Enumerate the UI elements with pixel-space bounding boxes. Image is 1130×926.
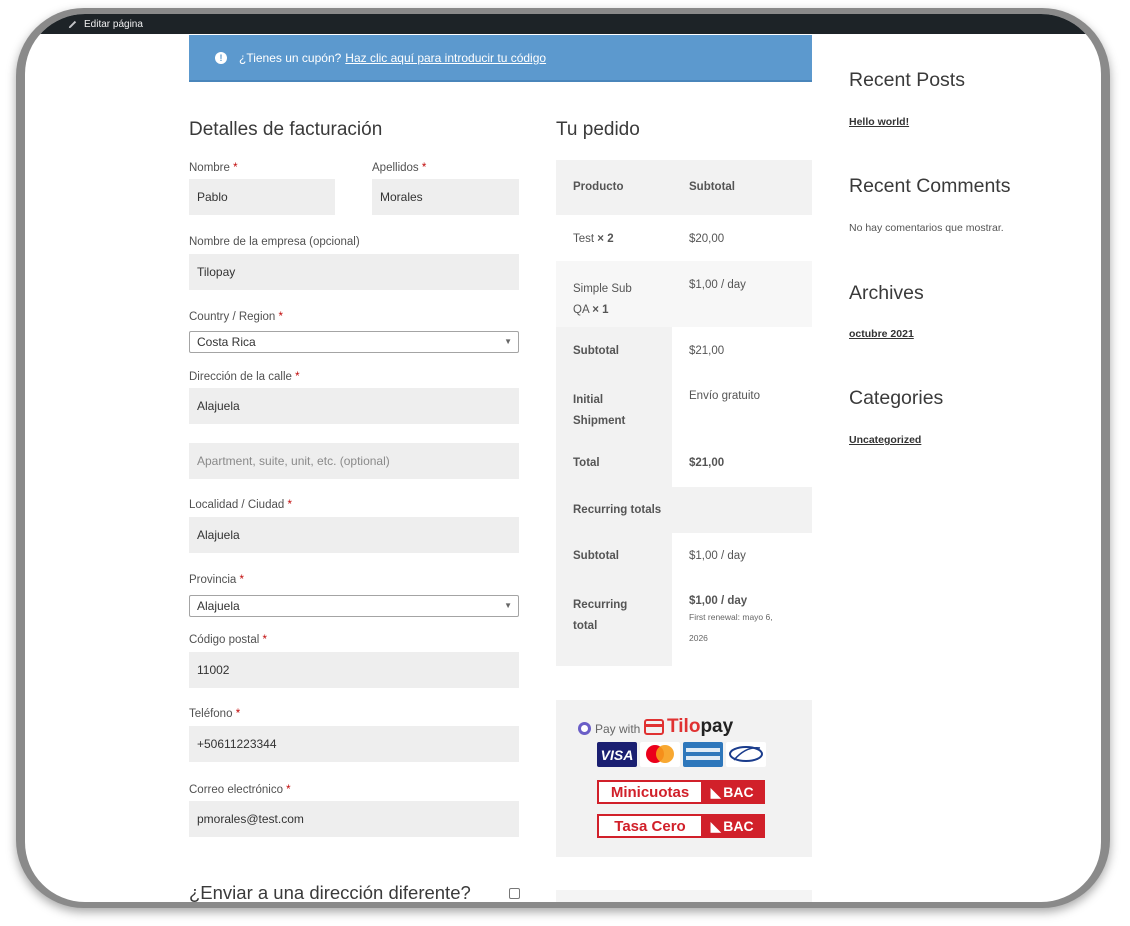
- bac-logo-icon: ◣: [710, 783, 722, 800]
- edit-page-label: Editar página: [84, 18, 143, 30]
- street-label: Dirección de la calle *: [189, 371, 300, 383]
- subtotal-value: $21,00: [689, 345, 725, 357]
- city-input[interactable]: Alajuela: [189, 517, 519, 553]
- table-row: Test × 2 $20,00: [556, 215, 812, 261]
- recurring-subtotal-label: Subtotal: [573, 550, 619, 562]
- payment-methods: Pay with Tilopay VISA Minicuotas ◣ BAC T…: [556, 700, 812, 857]
- first-name-input[interactable]: Pablo: [189, 179, 335, 215]
- product-header: Producto: [573, 181, 624, 193]
- amex-icon: [683, 742, 723, 767]
- category-link[interactable]: Uncategorized: [849, 434, 921, 446]
- ship-different-checkbox[interactable]: [509, 888, 520, 899]
- last-name-input[interactable]: Morales: [372, 179, 519, 215]
- tilopay-radio[interactable]: [578, 722, 591, 735]
- browser-viewport: Editar página ! ¿Tienes un cupón? Haz cl…: [25, 14, 1101, 902]
- shipment-value: Envío gratuito: [689, 390, 760, 402]
- place-order-area: [556, 890, 812, 902]
- recent-post-link[interactable]: Hello world!: [849, 116, 909, 128]
- country-label: Country / Region *: [189, 311, 283, 323]
- tilopay-logo: Tilopay: [644, 716, 733, 738]
- phone-input[interactable]: +50611223344: [189, 726, 519, 762]
- email-label: Correo electrónico *: [189, 784, 291, 796]
- item-price: $20,00: [689, 233, 725, 245]
- billing-title: Detalles de facturación: [189, 119, 383, 140]
- mastercard-icon: [640, 742, 680, 767]
- archives-title: Archives: [849, 282, 924, 304]
- country-value: Costa Rica: [197, 335, 256, 349]
- table-header-row: Producto Subtotal: [556, 160, 812, 215]
- recent-comments-title: Recent Comments: [849, 175, 1011, 197]
- company-input[interactable]: Tilopay: [189, 254, 519, 290]
- order-title: Tu pedido: [556, 119, 640, 140]
- apartment-input[interactable]: Apartment, suite, unit, etc. (optional): [189, 443, 519, 479]
- shipment-label: Initial Shipment: [573, 394, 626, 427]
- no-comments-text: No hay comentarios que mostrar.: [849, 222, 1004, 234]
- visa-icon: VISA: [597, 742, 637, 767]
- total-row: Total $21,00: [556, 439, 812, 487]
- chevron-down-icon: ▼: [504, 601, 512, 610]
- recurring-totals-title: Recurring totals: [573, 504, 662, 516]
- country-select[interactable]: Costa Rica ▼: [189, 331, 519, 353]
- coupon-link[interactable]: Haz clic aquí para introducir tu código: [345, 51, 546, 65]
- total-value: $21,00: [689, 457, 725, 469]
- coupon-notice: ! ¿Tienes un cupón? Haz clic aquí para i…: [189, 35, 812, 82]
- recurring-subtotal-value: $1,00 / day: [689, 550, 746, 562]
- province-value: Alajuela: [197, 599, 240, 613]
- city-label: Localidad / Ciudad *: [189, 499, 292, 511]
- bac-logo-icon: ◣: [710, 817, 722, 834]
- shipment-row: Initial Shipment Envío gratuito: [556, 373, 812, 439]
- pay-with-label: Pay with: [595, 722, 641, 736]
- recurring-total-row: Recurring total $1,00 / day First renewal…: [556, 579, 812, 666]
- edit-page-link[interactable]: Editar página: [67, 14, 143, 34]
- categories-title: Categories: [849, 387, 944, 409]
- item-price: $1,00 / day: [689, 279, 746, 291]
- first-name-label: Nombre *: [189, 162, 238, 174]
- recurring-total-value: $1,00 / day First renewal: mayo 6, 2026: [689, 595, 773, 643]
- ship-different-heading: ¿Enviar a una dirección diferente?: [189, 882, 471, 902]
- postcode-label: Código postal *: [189, 634, 268, 646]
- recurring-total-label: Recurring total: [573, 599, 628, 632]
- province-select[interactable]: Alajuela ▼: [189, 595, 519, 617]
- coupon-notice-text: ¿Tienes un cupón?: [239, 50, 342, 65]
- archive-link[interactable]: octubre 2021: [849, 328, 914, 340]
- item-name: Simple Sub QA × 1: [573, 283, 632, 316]
- recurring-totals-row: Recurring totals: [556, 487, 812, 533]
- pencil-icon: [68, 20, 77, 28]
- subtotal-row: Subtotal $21,00: [556, 327, 812, 373]
- item-name: Test × 2: [573, 233, 614, 245]
- province-label: Provincia *: [189, 574, 244, 586]
- postcode-input[interactable]: 11002: [189, 652, 519, 688]
- recent-posts-title: Recent Posts: [849, 69, 965, 91]
- street-input[interactable]: Alajuela: [189, 388, 519, 424]
- recurring-subtotal-row: Subtotal $1,00 / day: [556, 533, 812, 579]
- table-row: Simple Sub QA × 1 $1,00 / day: [556, 261, 812, 327]
- info-icon: !: [215, 51, 227, 64]
- company-label: Nombre de la empresa (opcional): [189, 236, 360, 248]
- card-icon: [644, 719, 664, 735]
- email-input[interactable]: pmorales@test.com: [189, 801, 519, 837]
- minicuotas-banner: Minicuotas ◣ BAC: [597, 780, 765, 804]
- phone-label: Teléfono *: [189, 708, 241, 720]
- subtotal-label: Subtotal: [573, 345, 619, 357]
- chevron-down-icon: ▼: [504, 337, 512, 346]
- subtotal-header: Subtotal: [689, 181, 735, 193]
- tasa-cero-banner: Tasa Cero ◣ BAC: [597, 814, 765, 838]
- last-name-label: Apellidos *: [372, 162, 427, 174]
- total-label: Total: [573, 457, 600, 469]
- wp-admin-bar: Editar página: [25, 14, 1101, 34]
- card-brand-icon: [726, 742, 766, 767]
